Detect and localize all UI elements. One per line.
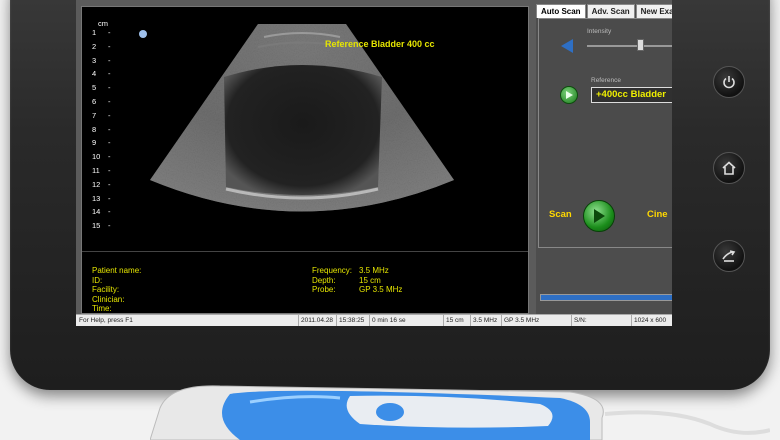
depth-tick: 9- (92, 138, 111, 148)
reference-value[interactable]: +400cc Bladder (591, 87, 672, 103)
cine-label: Cine (647, 209, 668, 220)
info-row: ID: (92, 276, 152, 286)
back-button[interactable] (713, 240, 745, 272)
depth-tick: 4- (92, 69, 111, 79)
depth-tick: 1- (92, 28, 111, 37)
overlay-title: Reference Bladder 400 cc (325, 39, 435, 49)
depth-tick: 15- (92, 221, 111, 231)
power-icon (723, 76, 735, 89)
reference-play-button[interactable] (560, 86, 578, 104)
depth-unit: cm (98, 19, 108, 28)
ultrasound-view[interactable]: cm 1-2-3-4-5-6-7-8-9-10-11-12-13-14-15- … (82, 7, 528, 247)
info-value: 15 cm (359, 275, 381, 285)
status-depth: 15 cm (443, 315, 464, 326)
depth-tick: 12- (92, 179, 111, 189)
info-row: Time: (92, 304, 152, 314)
ultrasound-image-panel[interactable]: cm 1-2-3-4-5-6-7-8-9-10-11-12-13-14-15- … (81, 6, 529, 314)
screen: cm 1-2-3-4-5-6-7-8-9-10-11-12-13-14-15- … (76, 0, 672, 326)
orientation-marker (139, 30, 147, 38)
control-panel: Auto ScanAdv. ScanNew ExamPref.Measure I… (536, 4, 672, 316)
info-row: Facility: (92, 285, 152, 295)
status-time: 15:38:25 (336, 315, 364, 326)
info-label: ID: (92, 275, 103, 285)
status-serial: S/N: (571, 315, 587, 326)
depth-tick: 5- (92, 83, 111, 93)
scan-button[interactable] (583, 200, 615, 232)
depth-tick: 8- (92, 124, 111, 134)
status-elapsed: 0 min 16 se (369, 315, 406, 326)
tab-new-exam[interactable]: New Exam (635, 4, 672, 18)
depth-tick: 6- (92, 97, 111, 106)
info-label: Probe: (312, 285, 336, 294)
info-value: GP 3.5 MHz (359, 285, 403, 294)
info-value: 3.5 MHz (359, 266, 389, 275)
patient-info: Patient name: ID: Facility: Clinician: Time:… (82, 251, 528, 313)
hand-icon (722, 250, 736, 262)
auto-scan-panel: Intensity Reference +400cc Bladder Scan … (538, 18, 672, 248)
play-icon (566, 91, 573, 99)
status-help: For Help, press F1 (79, 317, 133, 324)
reference-label: Reference (591, 77, 621, 84)
home-icon (722, 161, 736, 175)
info-label: Patient name: (92, 266, 142, 275)
status-date: 2011.04.28 (298, 315, 333, 326)
status-resolution: 1024 x 600 (631, 315, 666, 326)
play-icon (594, 209, 605, 223)
info-label: Frequency: (312, 266, 353, 275)
status-probe: GP 3.5 MHz (501, 315, 539, 326)
depth-tick: 10- (92, 152, 111, 162)
intensity-slider-thumb[interactable] (636, 39, 644, 51)
depth-tick: 3- (92, 55, 111, 65)
ultrasound-probe (150, 385, 770, 440)
info-label: Clinician: (92, 294, 125, 304)
depth-tick: 13- (92, 193, 111, 203)
intensity-decrease-button[interactable] (561, 39, 573, 53)
info-label: Depth: (312, 275, 336, 285)
depth-tick: 14- (92, 207, 111, 217)
progress-fill (541, 295, 672, 300)
depth-tick: 2- (92, 41, 111, 51)
intensity-slider[interactable] (587, 39, 672, 51)
info-row: Probe: GP 3.5 MHz (312, 285, 402, 295)
progress-bar (540, 294, 672, 301)
tab-auto-scan[interactable]: Auto Scan (536, 4, 586, 18)
depth-tick: 7- (92, 110, 111, 120)
intensity-label: Intensity (587, 28, 612, 35)
info-row: Frequency: 3.5 MHz (312, 266, 402, 276)
info-label: Facility: (92, 285, 120, 294)
scan-params: Frequency: 3.5 MHz Depth: 15 cm Probe: GP 3.5… (312, 266, 402, 295)
status-frequency: 3.5 MHz (470, 315, 497, 326)
info-row: Clinician: (92, 295, 152, 305)
tab-adv-scan[interactable]: Adv. Scan (586, 4, 635, 18)
patient-info-left: Patient name: ID: Facility: Clinician: Time: (92, 266, 152, 314)
depth-tick: 11- (92, 166, 111, 175)
home-button[interactable] (713, 152, 745, 184)
info-row: Depth: 15 cm (312, 276, 402, 286)
ultrasound-image (139, 24, 454, 212)
scan-label: Scan (549, 209, 572, 220)
probe-button (376, 403, 404, 421)
power-button[interactable] (713, 66, 745, 98)
status-bar: For Help, press F1 2011.04.28 15:38:25 0… (76, 314, 672, 326)
tab-bar: Auto ScanAdv. ScanNew ExamPref.Measure (536, 4, 672, 18)
info-row: Patient name: (92, 266, 152, 276)
info-label: Time: (92, 304, 112, 313)
